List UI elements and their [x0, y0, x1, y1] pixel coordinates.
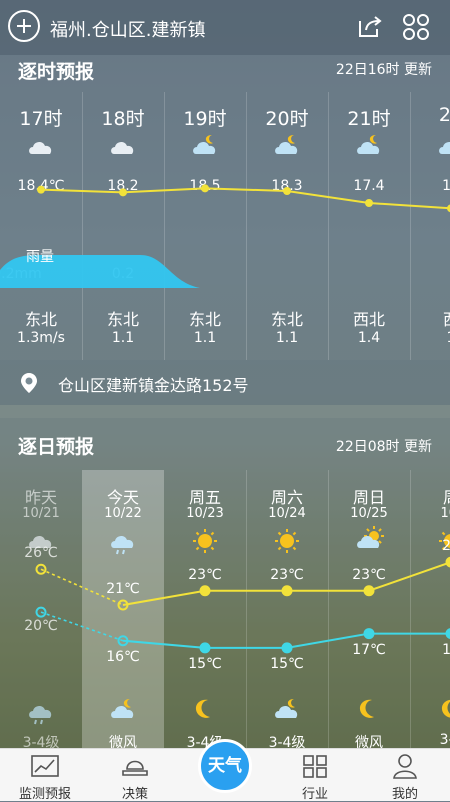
daily-low: 20℃ — [0, 618, 82, 634]
nav-decision[interactable]: 决策 — [90, 749, 180, 801]
daily-low: 15℃ — [246, 656, 328, 672]
daily-high: 23℃ — [246, 567, 328, 583]
low-temp-point — [201, 643, 210, 652]
nav-industry[interactable]: 行业 — [270, 749, 360, 801]
daily-high: 23℃ — [328, 567, 410, 583]
low-temp-point — [365, 629, 374, 638]
nav-decision-label: 决策 — [90, 783, 180, 802]
nav-weather[interactable]: 天气 — [180, 749, 270, 801]
high-temp-point — [447, 558, 450, 567]
nav-industry-label: 行业 — [270, 783, 360, 802]
nav-monitor-label: 监测预报 — [0, 783, 90, 802]
daily-low: 17℃ — [328, 642, 410, 658]
nav-mine-label: 我的 — [360, 783, 450, 802]
nav-monitor[interactable]: 监测预报 — [0, 749, 90, 801]
high-temp-point — [201, 586, 210, 595]
low-temp-point — [447, 629, 450, 638]
daily-high: 27 — [410, 538, 450, 554]
daily-low: 17 — [410, 642, 450, 658]
weather-icon: 天气 — [198, 739, 252, 793]
high-temp-point — [365, 586, 374, 595]
daily-low: 15℃ — [164, 656, 246, 672]
bottom-nav: 监测预报 决策 天气 行业 我的 — [0, 748, 450, 801]
grid-icon — [302, 755, 328, 779]
daily-high: 26℃ — [0, 545, 82, 561]
person-icon — [392, 753, 418, 779]
daily-high: 23℃ — [164, 567, 246, 583]
chart-icon — [31, 755, 59, 779]
hat-icon — [121, 755, 149, 779]
daily-high: 21℃ — [82, 581, 164, 597]
nav-mine[interactable]: 我的 — [360, 749, 450, 801]
high-temp-point — [283, 586, 292, 595]
daily-low: 16℃ — [82, 649, 164, 665]
low-temp-point — [283, 643, 292, 652]
